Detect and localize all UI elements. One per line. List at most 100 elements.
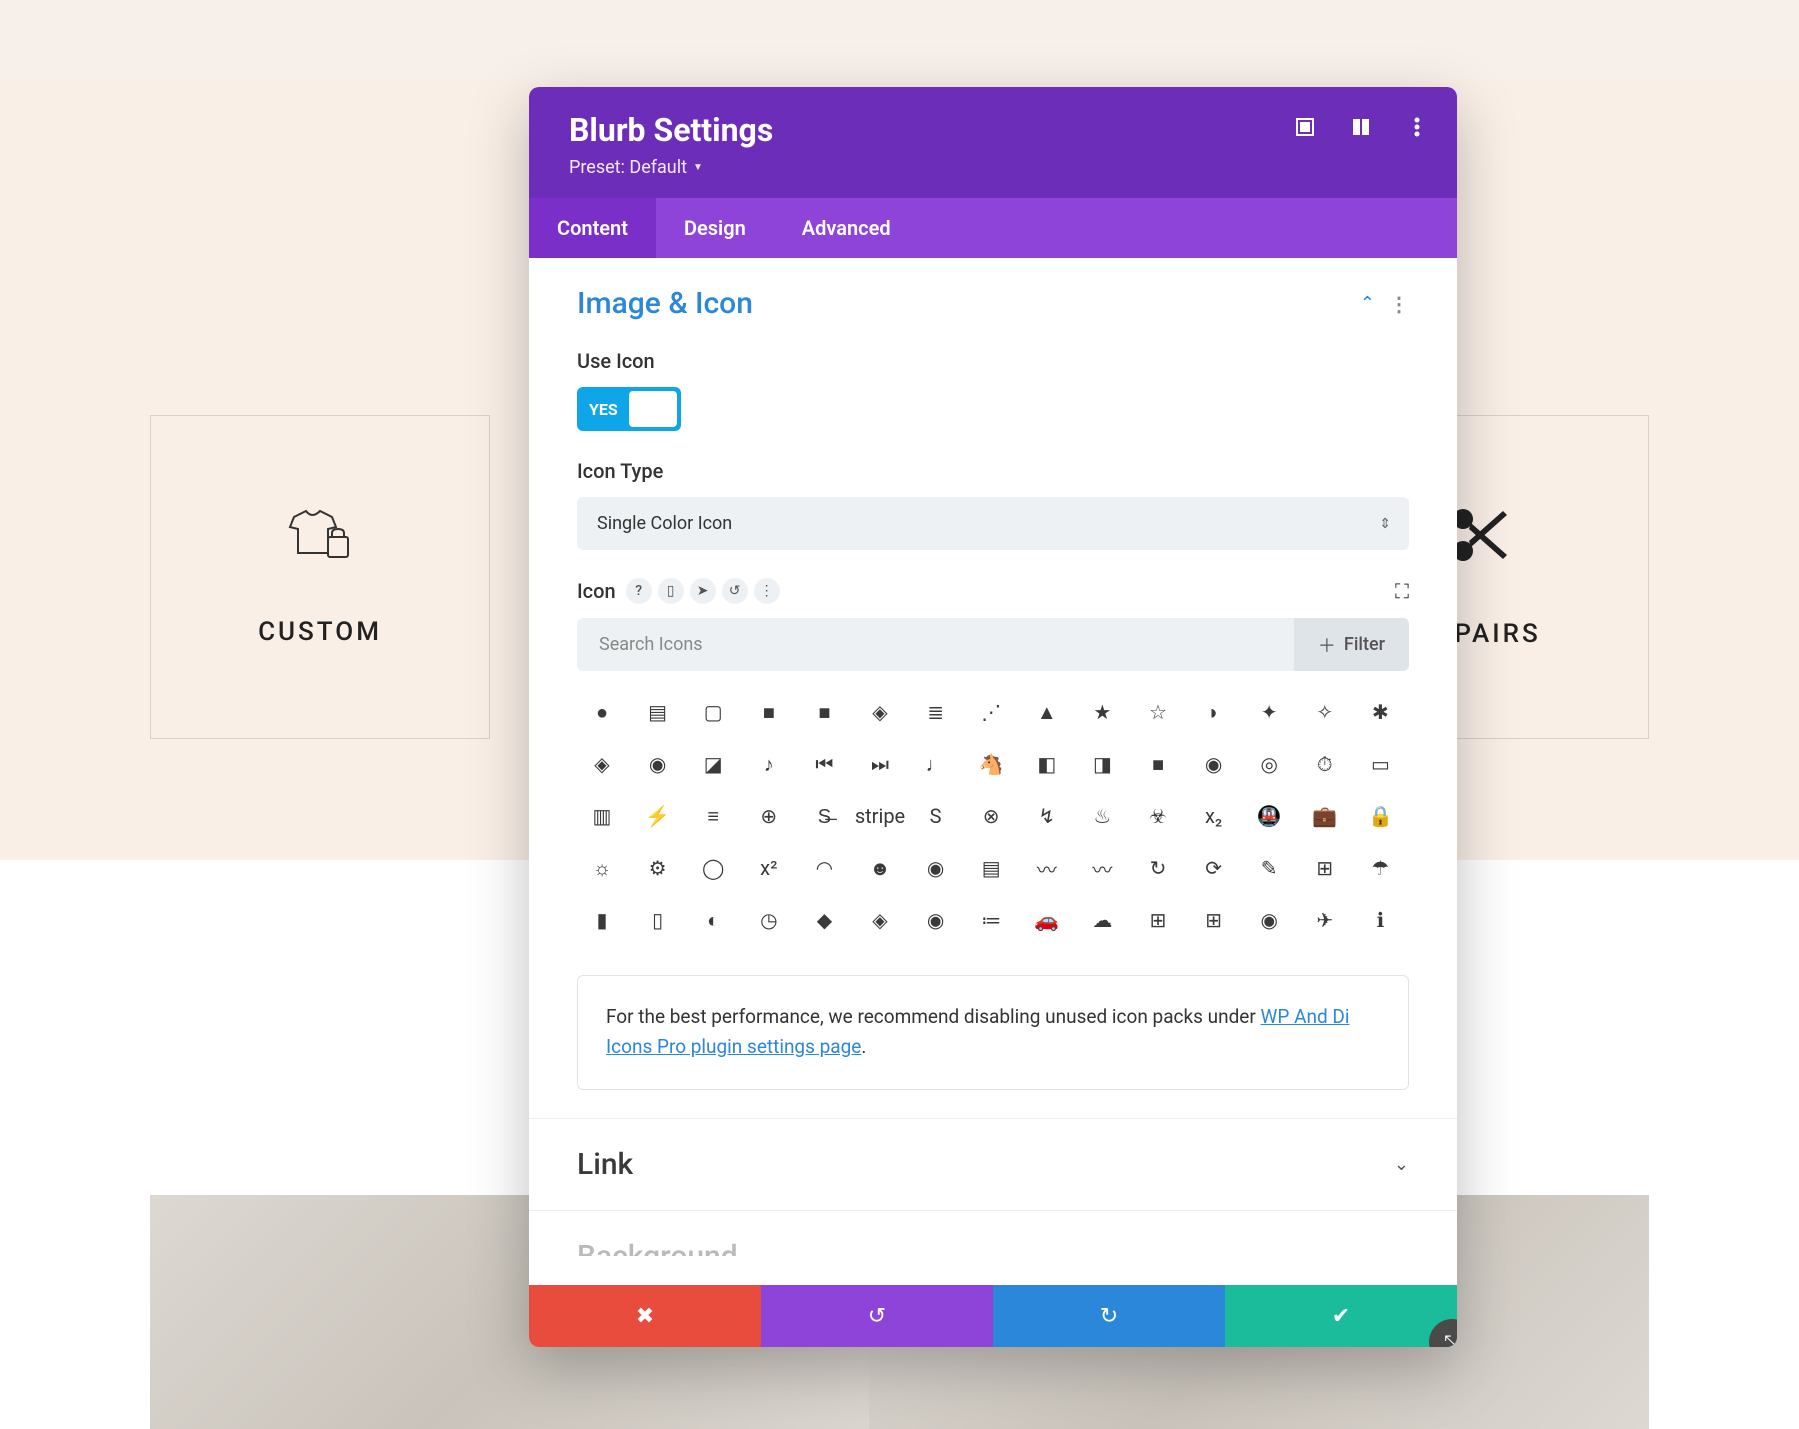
icon-option[interactable]: ◗ [1197,695,1231,729]
icon-option[interactable]: ⟳ [1197,851,1231,885]
icon-option[interactable]: ◈ [585,747,619,781]
icon-option[interactable]: ⚡ [641,799,675,833]
icon-option[interactable]: ◯ [696,851,730,885]
icon-option[interactable]: ◠ [807,851,841,885]
section-header-link[interactable]: Link ⌄ [577,1147,1409,1182]
icon-option[interactable]: ◉ [1197,747,1231,781]
icon-option[interactable]: 🚇 [1252,799,1286,833]
icon-option[interactable]: ◉ [641,747,675,781]
icon-option[interactable]: ☼ [585,851,619,885]
icon-option[interactable]: ■ [752,695,786,729]
icon-option[interactable]: ▮ [585,903,619,937]
icon-option[interactable]: ♪ [752,747,786,781]
icon-option[interactable]: ▢ [696,695,730,729]
icon-option[interactable]: ▤ [641,695,675,729]
icon-option[interactable]: ▭ [1363,747,1397,781]
icon-option[interactable]: ⊞ [1197,903,1231,937]
modal-body[interactable]: Image & Icon ⌃ ⋮ Use Icon YES Icon Type … [529,258,1457,1256]
icon-option[interactable]: x² [752,851,786,885]
chevron-up-icon[interactable]: ⌃ [1360,293,1375,314]
icon-option[interactable]: ≡ [696,799,730,833]
icon-option[interactable]: ☁ [1085,903,1119,937]
mobile-icon[interactable]: ▯ [658,578,684,604]
icon-option[interactable]: ● [585,695,619,729]
more-icon[interactable]: ⋮ [754,578,780,604]
icon-option[interactable]: ↯ [1030,799,1064,833]
icon-option[interactable]: 💼 [1308,799,1342,833]
icon-option[interactable]: ◨ [1085,747,1119,781]
reset-icon[interactable]: ↺ [722,578,748,604]
icon-option[interactable]: ◈ [863,695,897,729]
icon-option[interactable]: ▥ [585,799,619,833]
cancel-button[interactable]: ✖ [529,1285,761,1347]
icon-option[interactable]: ⏭ [863,747,897,781]
icon-option[interactable]: x₂ [1197,799,1231,833]
icon-option[interactable]: 〰 [1030,851,1064,885]
icon-option[interactable]: ▲ [1030,695,1064,729]
icon-option[interactable]: ◈ [863,903,897,937]
use-icon-toggle[interactable]: YES [577,387,681,431]
icon-option[interactable]: ↻ [1141,851,1175,885]
icon-option[interactable]: ✦ [1252,695,1286,729]
icon-option[interactable]: ◉ [919,903,953,937]
icon-option[interactable]: ⊕ [752,799,786,833]
tab-content[interactable]: Content [529,198,656,258]
icon-option[interactable]: ◷ [752,903,786,937]
icon-option[interactable]: ◎ [1252,747,1286,781]
tab-advanced[interactable]: Advanced [774,198,919,258]
icon-option[interactable]: ◉ [919,851,953,885]
icon-option[interactable]: ✈ [1308,903,1342,937]
icon-option[interactable]: ☂ [1363,851,1397,885]
icon-option[interactable]: ◐ [696,903,730,937]
redo-button[interactable]: ↻ [993,1285,1225,1347]
icon-option[interactable]: ♨ [1085,799,1119,833]
icon-option[interactable]: ≣ [919,695,953,729]
save-button[interactable]: ✔ [1225,1285,1457,1347]
icon-option[interactable]: ✧ [1308,695,1342,729]
icon-option[interactable]: stripe [863,799,897,833]
icon-option[interactable]: S̶ [807,799,841,833]
tab-design[interactable]: Design [656,198,774,258]
icon-option[interactable]: ⏱ [1308,747,1342,781]
icon-option[interactable]: ◪ [696,747,730,781]
icon-option[interactable]: ⋰ [974,695,1008,729]
icon-option[interactable]: ℹ [1363,903,1397,937]
icon-option[interactable]: ⏮ [807,747,841,781]
icon-option[interactable]: ◆ [807,903,841,937]
help-icon[interactable]: ? [626,578,652,604]
icon-option[interactable]: ♩ [919,747,953,781]
icon-option[interactable]: ▤ [974,851,1008,885]
preset-dropdown[interactable]: Preset: Default ▼ [569,157,703,178]
icon-option[interactable]: ☻ [863,851,897,885]
icon-option[interactable]: ◧ [1030,747,1064,781]
cursor-icon[interactable]: ➤ [690,578,716,604]
search-icons-input[interactable] [577,618,1294,671]
icon-option[interactable]: ■ [1141,747,1175,781]
icon-option[interactable]: ✱ [1363,695,1397,729]
icon-type-select[interactable]: Single Color Icon [577,497,1409,550]
section-header-background[interactable]: Background [577,1239,1409,1256]
icon-option[interactable]: 🐴 [974,747,1008,781]
undo-button[interactable]: ↺ [761,1285,993,1347]
icon-option[interactable]: ★ [1085,695,1119,729]
icon-option[interactable]: ⚙ [641,851,675,885]
icon-option[interactable]: ⊞ [1308,851,1342,885]
icon-option[interactable]: S [919,799,953,833]
section-header-image-icon[interactable]: Image & Icon ⌃ ⋮ [577,286,1409,321]
columns-icon[interactable] [1349,115,1373,139]
icon-option[interactable]: 🚗 [1030,903,1064,937]
icon-option[interactable]: ⊞ [1141,903,1175,937]
icon-option[interactable]: ■ [807,695,841,729]
icon-option[interactable]: ◉ [1252,903,1286,937]
expand-icon[interactable] [1293,115,1317,139]
icon-option[interactable]: ≔ [974,903,1008,937]
filter-button[interactable]: ＋ Filter [1294,618,1409,671]
blurb-card-custom[interactable]: CUSTOM [150,415,490,739]
icon-option[interactable]: ✎ [1252,851,1286,885]
icon-option[interactable]: ☆ [1141,695,1175,729]
more-icon[interactable] [1405,115,1429,139]
more-icon[interactable]: ⋮ [1389,292,1409,316]
chevron-down-icon[interactable]: ⌄ [1394,1154,1409,1175]
icon-option[interactable]: ⊗ [974,799,1008,833]
fullscreen-icon[interactable]: ⛶ [1395,579,1409,603]
